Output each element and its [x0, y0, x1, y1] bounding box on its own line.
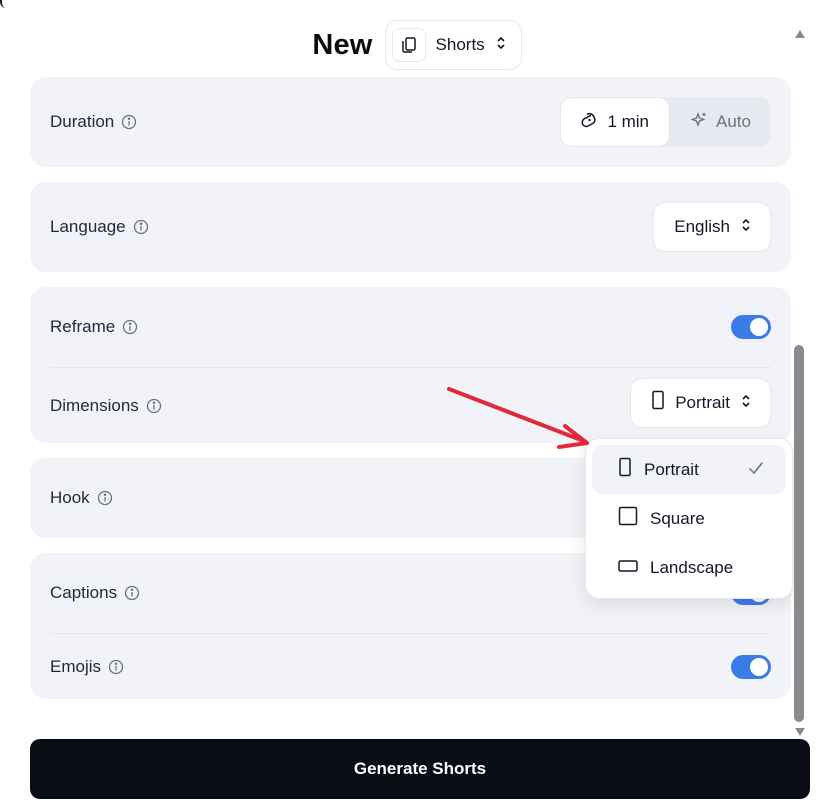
copy-icon — [391, 28, 426, 62]
scrollbar[interactable] — [793, 20, 807, 740]
scrollbar-thumb[interactable] — [794, 345, 804, 722]
hook-label: Hook — [50, 488, 90, 507]
dimensions-option-landscape[interactable]: Landscape — [592, 543, 786, 592]
check-icon — [748, 460, 764, 480]
dimensions-option-label: Square — [650, 508, 705, 528]
reframe-label: Reframe — [50, 317, 116, 336]
language-card: Language English — [30, 182, 791, 272]
dimensions-value: Portrait — [675, 392, 730, 412]
generate-shorts-button[interactable]: Generate Shorts — [30, 739, 810, 799]
info-icon[interactable] — [97, 490, 113, 506]
chevron-updown-icon — [495, 36, 507, 55]
annotation-arrow — [447, 387, 589, 449]
duration-segmented-control: 1 min Auto — [560, 97, 771, 147]
info-icon[interactable] — [124, 585, 140, 601]
duration-option-1min[interactable]: 1 min — [560, 97, 671, 147]
reframe-card: Reframe Dimensions Portrait — [30, 287, 791, 443]
language-value: English — [674, 217, 730, 236]
language-select[interactable]: English — [653, 202, 771, 252]
landscape-icon — [618, 558, 638, 578]
page-title: New — [312, 28, 373, 61]
duration-card: Duration 1 min Auto — [30, 77, 791, 167]
dimensions-option-label: Portrait — [644, 459, 699, 479]
portrait-icon — [651, 390, 665, 415]
dimensions-label: Dimensions — [50, 395, 139, 415]
scroll-up-icon[interactable] — [795, 25, 805, 43]
header: New Shorts — [0, 20, 834, 70]
dimensions-option-portrait[interactable]: Portrait — [592, 445, 786, 494]
content-type-label: Shorts — [435, 35, 485, 54]
emojis-label: Emojis — [50, 656, 102, 676]
reframe-toggle[interactable] — [731, 315, 771, 339]
sparkle-icon — [690, 111, 708, 134]
emojis-toggle[interactable] — [731, 654, 771, 679]
reframe-row: Reframe — [30, 287, 791, 367]
dimensions-option-label: Landscape — [650, 557, 734, 577]
language-label: Language — [50, 217, 126, 236]
info-icon[interactable] — [108, 659, 124, 675]
info-icon[interactable] — [122, 319, 138, 335]
info-icon[interactable] — [133, 219, 149, 235]
window-corner — [0, 0, 6, 8]
duration-label: Duration — [50, 112, 115, 131]
toggle-knob — [750, 318, 768, 336]
duration-row: Duration 1 min Auto — [30, 77, 791, 167]
clip-icon — [581, 111, 599, 134]
duration-option-label: Auto — [716, 112, 751, 131]
dimensions-dropdown: Portrait Square Landscape — [585, 438, 793, 599]
duration-option-label: 1 min — [607, 112, 650, 131]
info-icon[interactable] — [121, 114, 137, 130]
dimensions-select[interactable]: Portrait — [630, 377, 771, 428]
toggle-knob — [750, 657, 768, 676]
dimensions-option-square[interactable]: Square — [592, 494, 786, 543]
duration-option-auto[interactable]: Auto — [670, 97, 771, 147]
language-row: Language English — [30, 182, 791, 272]
emojis-row: Emojis — [30, 634, 791, 699]
dimensions-row: Dimensions Portrait — [30, 368, 791, 443]
content-type-select[interactable]: Shorts — [384, 20, 522, 70]
portrait-icon — [618, 457, 632, 482]
captions-label: Captions — [50, 583, 118, 602]
chevron-updown-icon — [740, 217, 752, 237]
square-icon — [618, 506, 638, 531]
info-icon[interactable] — [146, 398, 162, 414]
chevron-updown-icon — [740, 393, 752, 413]
